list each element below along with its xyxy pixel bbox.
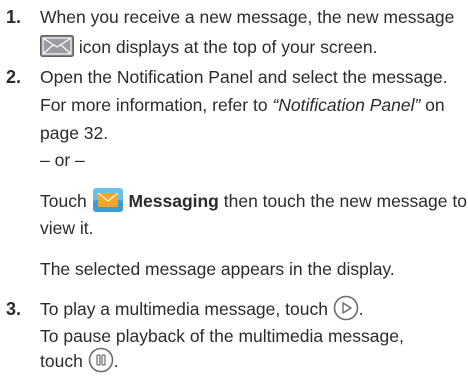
notification-panel-reference[interactable]: “Notification Panel” bbox=[272, 95, 420, 115]
messaging-label: Messaging bbox=[128, 191, 219, 211]
step-3-line-1: To play a multimedia message, touch . bbox=[40, 296, 466, 323]
step-2-result-line: The selected message appears in the disp… bbox=[40, 259, 395, 279]
pause-button-icon bbox=[88, 347, 114, 373]
step-1-line-1: When you receive a new message, the new … bbox=[40, 7, 455, 27]
step-2-ref-suffix: on bbox=[420, 95, 445, 115]
step-2-line-2: For more information, refer to “Notifica… bbox=[40, 92, 466, 118]
or-separator: – or – bbox=[40, 150, 85, 170]
step-3-line-3: touch . bbox=[40, 348, 466, 375]
instruction-document: 1. When you receive a new message, the n… bbox=[0, 0, 468, 377]
step-2-ref-prefix: For more information, refer to bbox=[40, 95, 273, 115]
step-2-touch-suffix: then touch the new message to bbox=[218, 191, 467, 211]
step-2-number: 2. bbox=[6, 67, 22, 87]
step-3-number: 3. bbox=[6, 299, 22, 319]
new-message-envelope-icon bbox=[40, 35, 74, 58]
step-3-line-1-end: . bbox=[358, 299, 364, 319]
step-3-line-2: To pause playback of the multimedia mess… bbox=[40, 326, 404, 346]
step-3-line-3-text: touch bbox=[40, 351, 83, 371]
step-1-line-2-text: icon displays at the top of your screen. bbox=[78, 37, 378, 57]
touch-word: Touch bbox=[40, 191, 92, 211]
step-2-view-line: view it. bbox=[40, 218, 94, 238]
step-1-line-2: icon displays at the top of your screen. bbox=[40, 34, 466, 60]
step-3-line-1-text: To play a multimedia message, touch bbox=[40, 299, 328, 319]
messaging-app-icon bbox=[92, 187, 124, 213]
step-2-touch-line: Touch Messaging then touch the new messa… bbox=[40, 187, 467, 215]
step-2-line-1: Open the Notification Panel and select t… bbox=[40, 67, 448, 87]
step-1-number: 1. bbox=[6, 7, 22, 27]
step-2-line-3: page 32. bbox=[40, 123, 109, 143]
play-button-icon bbox=[333, 295, 359, 321]
step-3-line-3-end: . bbox=[113, 351, 119, 371]
